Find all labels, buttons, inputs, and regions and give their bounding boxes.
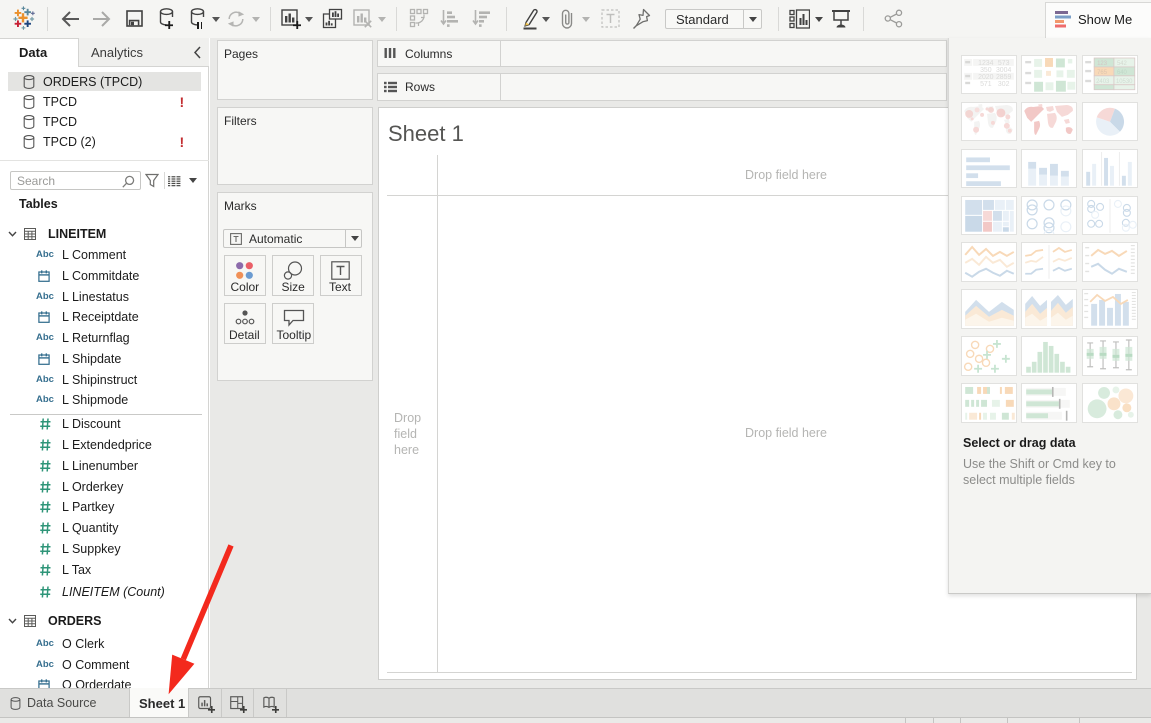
- svg-text:2020: 2020: [978, 74, 994, 81]
- svg-text:542: 542: [1117, 61, 1127, 67]
- svg-text:3004: 3004: [996, 67, 1012, 74]
- svg-text:571: 571: [980, 81, 992, 88]
- svg-text:2859: 2859: [996, 74, 1012, 81]
- svg-text:123: 123: [1097, 61, 1108, 67]
- svg-text:1234: 1234: [978, 60, 994, 67]
- svg-text:2403: 2403: [1096, 79, 1110, 85]
- svg-text:10530: 10530: [1116, 79, 1133, 85]
- svg-text:350: 350: [980, 67, 992, 74]
- svg-text:765: 765: [1097, 70, 1108, 76]
- svg-text:573: 573: [998, 60, 1010, 67]
- svg-text:302: 302: [998, 81, 1010, 88]
- svg-text:640: 640: [1117, 70, 1128, 76]
